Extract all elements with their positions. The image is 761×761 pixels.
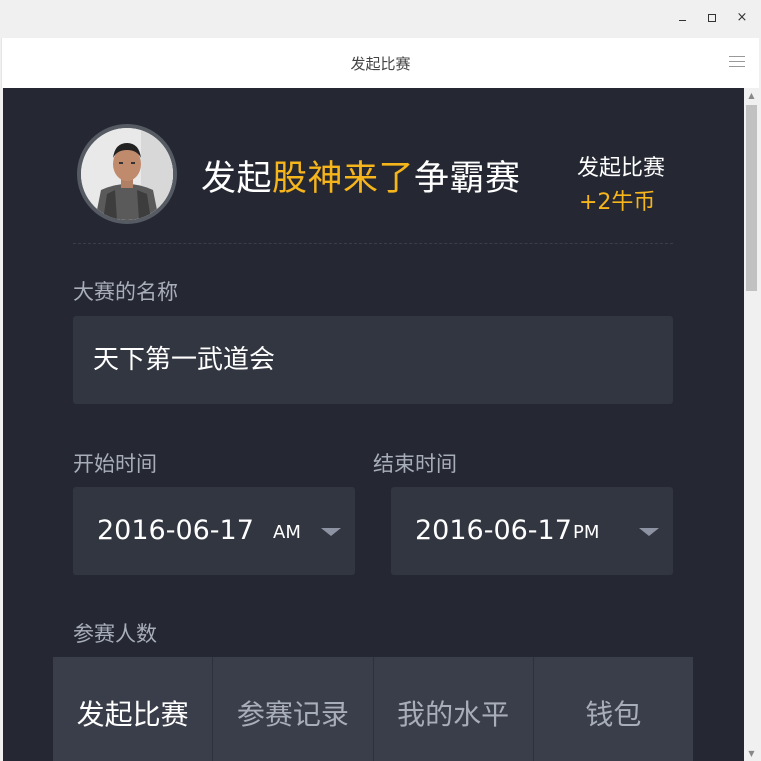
end-period: PM: [573, 522, 600, 543]
minimize-icon[interactable]: [675, 10, 691, 26]
end-date-select[interactable]: 2016-06-17 PM: [391, 487, 673, 575]
tab-my-level[interactable]: 我的水平: [374, 657, 534, 761]
headline-suffix: 争霸赛: [414, 159, 521, 199]
contest-name-label: 大赛的名称: [73, 280, 178, 304]
app-navbar: 发起比赛: [1, 38, 759, 88]
tab-wallet[interactable]: 钱包: [534, 657, 693, 761]
bottom-tabbar: 发起比赛 参赛记录 我的水平 钱包: [53, 657, 693, 761]
scrollbar-thumb[interactable]: [746, 105, 757, 291]
header-divider: [73, 243, 673, 244]
chevron-down-icon: [639, 528, 659, 536]
headline: 发起股神来了争霸赛: [201, 150, 521, 201]
scroll-up-arrow-icon[interactable]: ▲: [744, 88, 759, 103]
start-time-label: 开始时间: [73, 452, 157, 476]
reward-badge: 发起比赛 +2牛币: [577, 150, 687, 216]
main-content: 发起股神来了争霸赛 发起比赛 +2牛币 大赛的名称 开始时间 结束时间 2016…: [3, 88, 744, 761]
tab-contest-history[interactable]: 参赛记录: [213, 657, 374, 761]
chevron-down-icon: [321, 528, 341, 536]
reward-label: 发起比赛: [577, 156, 666, 181]
start-date-value: 2016-06-17: [97, 515, 254, 546]
headline-prefix: 发起: [201, 159, 273, 199]
avatar[interactable]: [77, 124, 177, 224]
page-title: 发起比赛: [350, 55, 411, 73]
contest-name-input[interactable]: [73, 316, 673, 404]
participants-label: 参赛人数: [73, 622, 157, 646]
start-date-select[interactable]: 2016-06-17 AM: [73, 487, 355, 575]
close-icon[interactable]: ×: [734, 10, 750, 26]
scroll-down-arrow-icon[interactable]: ▼: [744, 746, 759, 761]
headline-highlight: 股神来了: [272, 159, 415, 199]
maximize-icon[interactable]: [704, 10, 720, 26]
reward-amount: +2牛币: [579, 190, 656, 215]
end-time-label: 结束时间: [373, 452, 457, 476]
tab-start-contest[interactable]: 发起比赛: [53, 657, 214, 761]
vertical-scrollbar[interactable]: ▲ ▼: [744, 88, 759, 761]
end-date-value: 2016-06-17: [415, 515, 572, 546]
hamburger-menu-icon[interactable]: [729, 56, 745, 68]
window-titlebar: ×: [0, 0, 761, 38]
start-period: AM: [273, 522, 301, 543]
user-photo: [81, 128, 173, 220]
